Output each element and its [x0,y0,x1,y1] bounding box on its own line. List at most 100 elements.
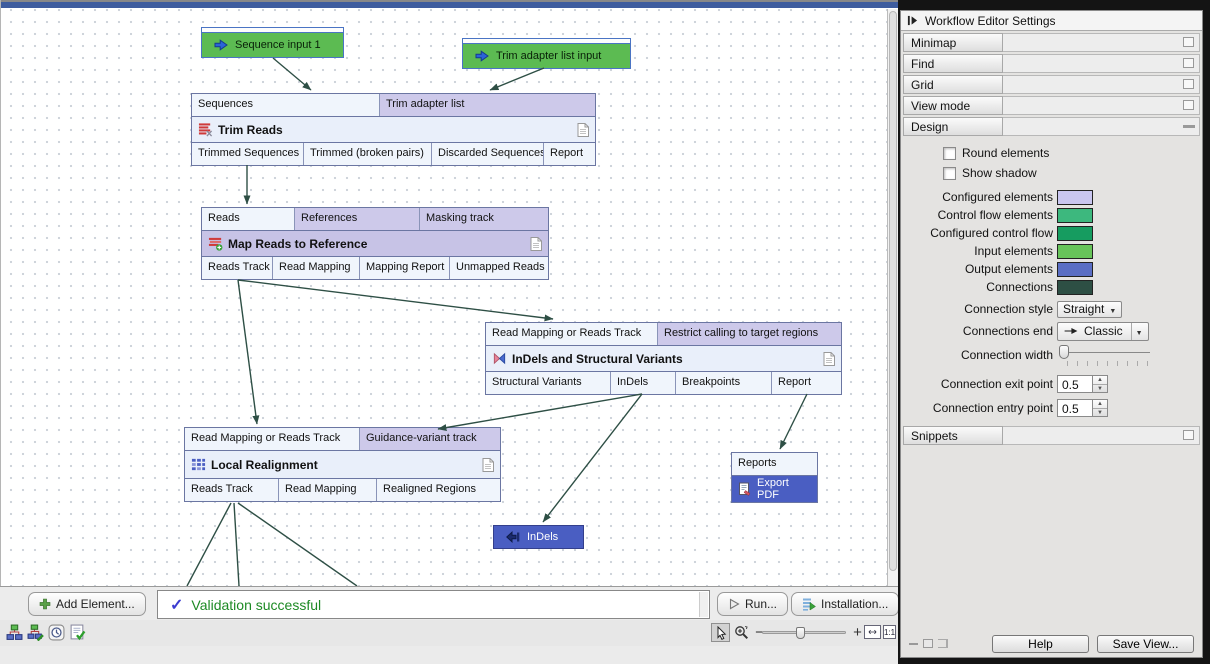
output-port[interactable]: InDels [611,372,676,394]
control-flow-elements-swatch[interactable] [1057,208,1093,223]
node-trim-reads[interactable]: Sequences Trim adapter list Trim Reads T… [191,93,596,166]
node-indels-output[interactable]: InDels [493,525,584,549]
sidebar-collapse-icon[interactable] [907,15,918,26]
node-export-pdf[interactable]: Reports Export PDF [731,452,818,503]
zoom-slider[interactable] [762,631,846,634]
section-label[interactable]: Minimap [903,33,1003,52]
output-port[interactable]: Structural Variants [486,372,611,394]
dropdown-button[interactable] [1131,323,1143,340]
dock-panel-icon[interactable] [938,639,948,648]
input-port[interactable]: Guidance-variant track [360,428,500,450]
output-port[interactable]: Reads Track [185,479,279,501]
report-doc-icon[interactable] [577,123,589,137]
input-port[interactable]: Trim adapter list [380,94,595,116]
collapse-icon[interactable] [1183,58,1194,68]
color-row: Connections [901,278,1202,296]
input-port[interactable]: Read Mapping or Reads Track [185,428,360,450]
input-port[interactable]: Sequences [192,94,380,116]
report-doc-icon[interactable] [530,237,542,251]
section-minimap[interactable]: Minimap [903,33,1200,52]
section-label[interactable]: View mode [903,96,1003,115]
section-view-mode[interactable]: View mode [903,96,1200,115]
collapse-icon[interactable] [1183,100,1194,110]
output-elements-swatch[interactable] [1057,262,1093,277]
panel-header[interactable]: Workflow Editor Settings [901,11,1202,31]
workflow-view-icon[interactable] [6,624,23,641]
installation-button[interactable]: Installation... [791,592,899,616]
section-label[interactable]: Snippets [903,426,1003,445]
history-icon[interactable] [48,624,65,641]
configured-elements-swatch[interactable] [1057,190,1093,205]
validation-scrollbar[interactable] [699,592,708,617]
node-indels-structural-variants[interactable]: Read Mapping or Reads Track Restrict cal… [485,322,842,395]
output-port[interactable]: Read Mapping [273,257,360,279]
output-port[interactable]: Breakpoints [676,372,772,394]
input-port[interactable]: Restrict calling to target regions [658,323,841,345]
output-port[interactable]: Trimmed Sequences [192,143,304,165]
connection-entry-spinner[interactable]: 0.5 ▲▼ [1057,399,1108,417]
expanded-icon[interactable] [1183,125,1195,128]
collapse-icon[interactable] [1183,79,1194,89]
validation-report-icon[interactable] [69,624,86,641]
help-button[interactable]: Help [992,635,1089,653]
section-find[interactable]: Find [903,54,1200,73]
pointer-tool-button[interactable] [711,623,730,642]
output-port[interactable]: Mapping Report [360,257,450,279]
output-port[interactable]: Trimmed (broken pairs) [304,143,432,165]
section-label[interactable]: Design [903,117,1003,136]
output-port[interactable]: Read Mapping [279,479,377,501]
section-snippets[interactable]: Snippets [903,426,1200,445]
show-shadow-checkbox[interactable] [943,167,956,180]
canvas-vertical-scrollbar[interactable] [887,9,898,586]
output-port[interactable]: Realigned Regions [377,479,500,501]
section-label[interactable]: Grid [903,75,1003,94]
add-element-label: Add Element... [56,597,135,611]
scrollbar-thumb[interactable] [889,11,897,571]
slider-thumb[interactable] [1059,345,1069,359]
node-map-reads-to-reference[interactable]: Reads References Masking track Map Reads… [201,207,549,280]
actual-size-button[interactable]: 1:1 [883,625,896,639]
round-elements-checkbox[interactable] [943,147,956,160]
workflow-canvas[interactable]: Sequence input 1 Trim adapter list input… [0,0,898,586]
collapse-icon[interactable] [1183,37,1194,47]
input-port[interactable]: Reports [732,453,817,475]
input-elements-swatch[interactable] [1057,244,1093,259]
spinner-buttons[interactable]: ▲▼ [1093,375,1108,393]
input-port[interactable]: Masking track [420,208,548,230]
node-trim-adapter-list-input[interactable]: Trim adapter list input [462,38,631,69]
spinner-buttons[interactable]: ▲▼ [1093,399,1108,417]
connection-style-dropdown[interactable]: Straight [1057,301,1122,318]
connections-swatch[interactable] [1057,280,1093,295]
output-port[interactable]: Discarded Sequences [432,143,544,165]
node-sequence-input[interactable]: Sequence input 1 [201,27,344,58]
output-port[interactable]: Report [772,372,841,394]
node-local-realignment[interactable]: Read Mapping or Reads Track Guidance-var… [184,427,501,502]
zoom-slider-thumb[interactable] [796,627,805,639]
input-port[interactable]: Read Mapping or Reads Track [486,323,658,345]
report-doc-icon[interactable] [823,352,835,366]
input-port[interactable]: References [295,208,420,230]
add-element-button[interactable]: Add Element... [28,592,146,616]
workflow-edit-icon[interactable] [27,624,44,641]
section-grid[interactable]: Grid [903,75,1200,94]
connection-width-slider[interactable] [1057,344,1152,366]
spinner-value[interactable]: 0.5 [1057,375,1093,393]
section-label[interactable]: Find [903,54,1003,73]
output-port[interactable]: Unmapped Reads [450,257,548,279]
save-view-button[interactable]: Save View... [1097,635,1194,653]
expand-all-icon[interactable] [923,639,933,648]
collapse-all-icon[interactable] [909,643,918,645]
run-button[interactable]: Run... [717,592,788,616]
connection-exit-spinner[interactable]: 0.5 ▲▼ [1057,375,1108,393]
zoom-tool-button[interactable] [732,623,751,642]
connections-end-dropdown[interactable]: Classic [1057,322,1149,341]
report-doc-icon[interactable] [482,458,494,472]
section-design[interactable]: Design [903,117,1200,136]
output-port[interactable]: Reads Track [202,257,273,279]
collapse-icon[interactable] [1183,430,1194,440]
fit-width-button[interactable] [864,625,881,639]
spinner-value[interactable]: 0.5 [1057,399,1093,417]
input-port[interactable]: Reads [202,208,295,230]
configured-control-flow-swatch[interactable] [1057,226,1093,241]
output-port[interactable]: Report [544,143,595,165]
